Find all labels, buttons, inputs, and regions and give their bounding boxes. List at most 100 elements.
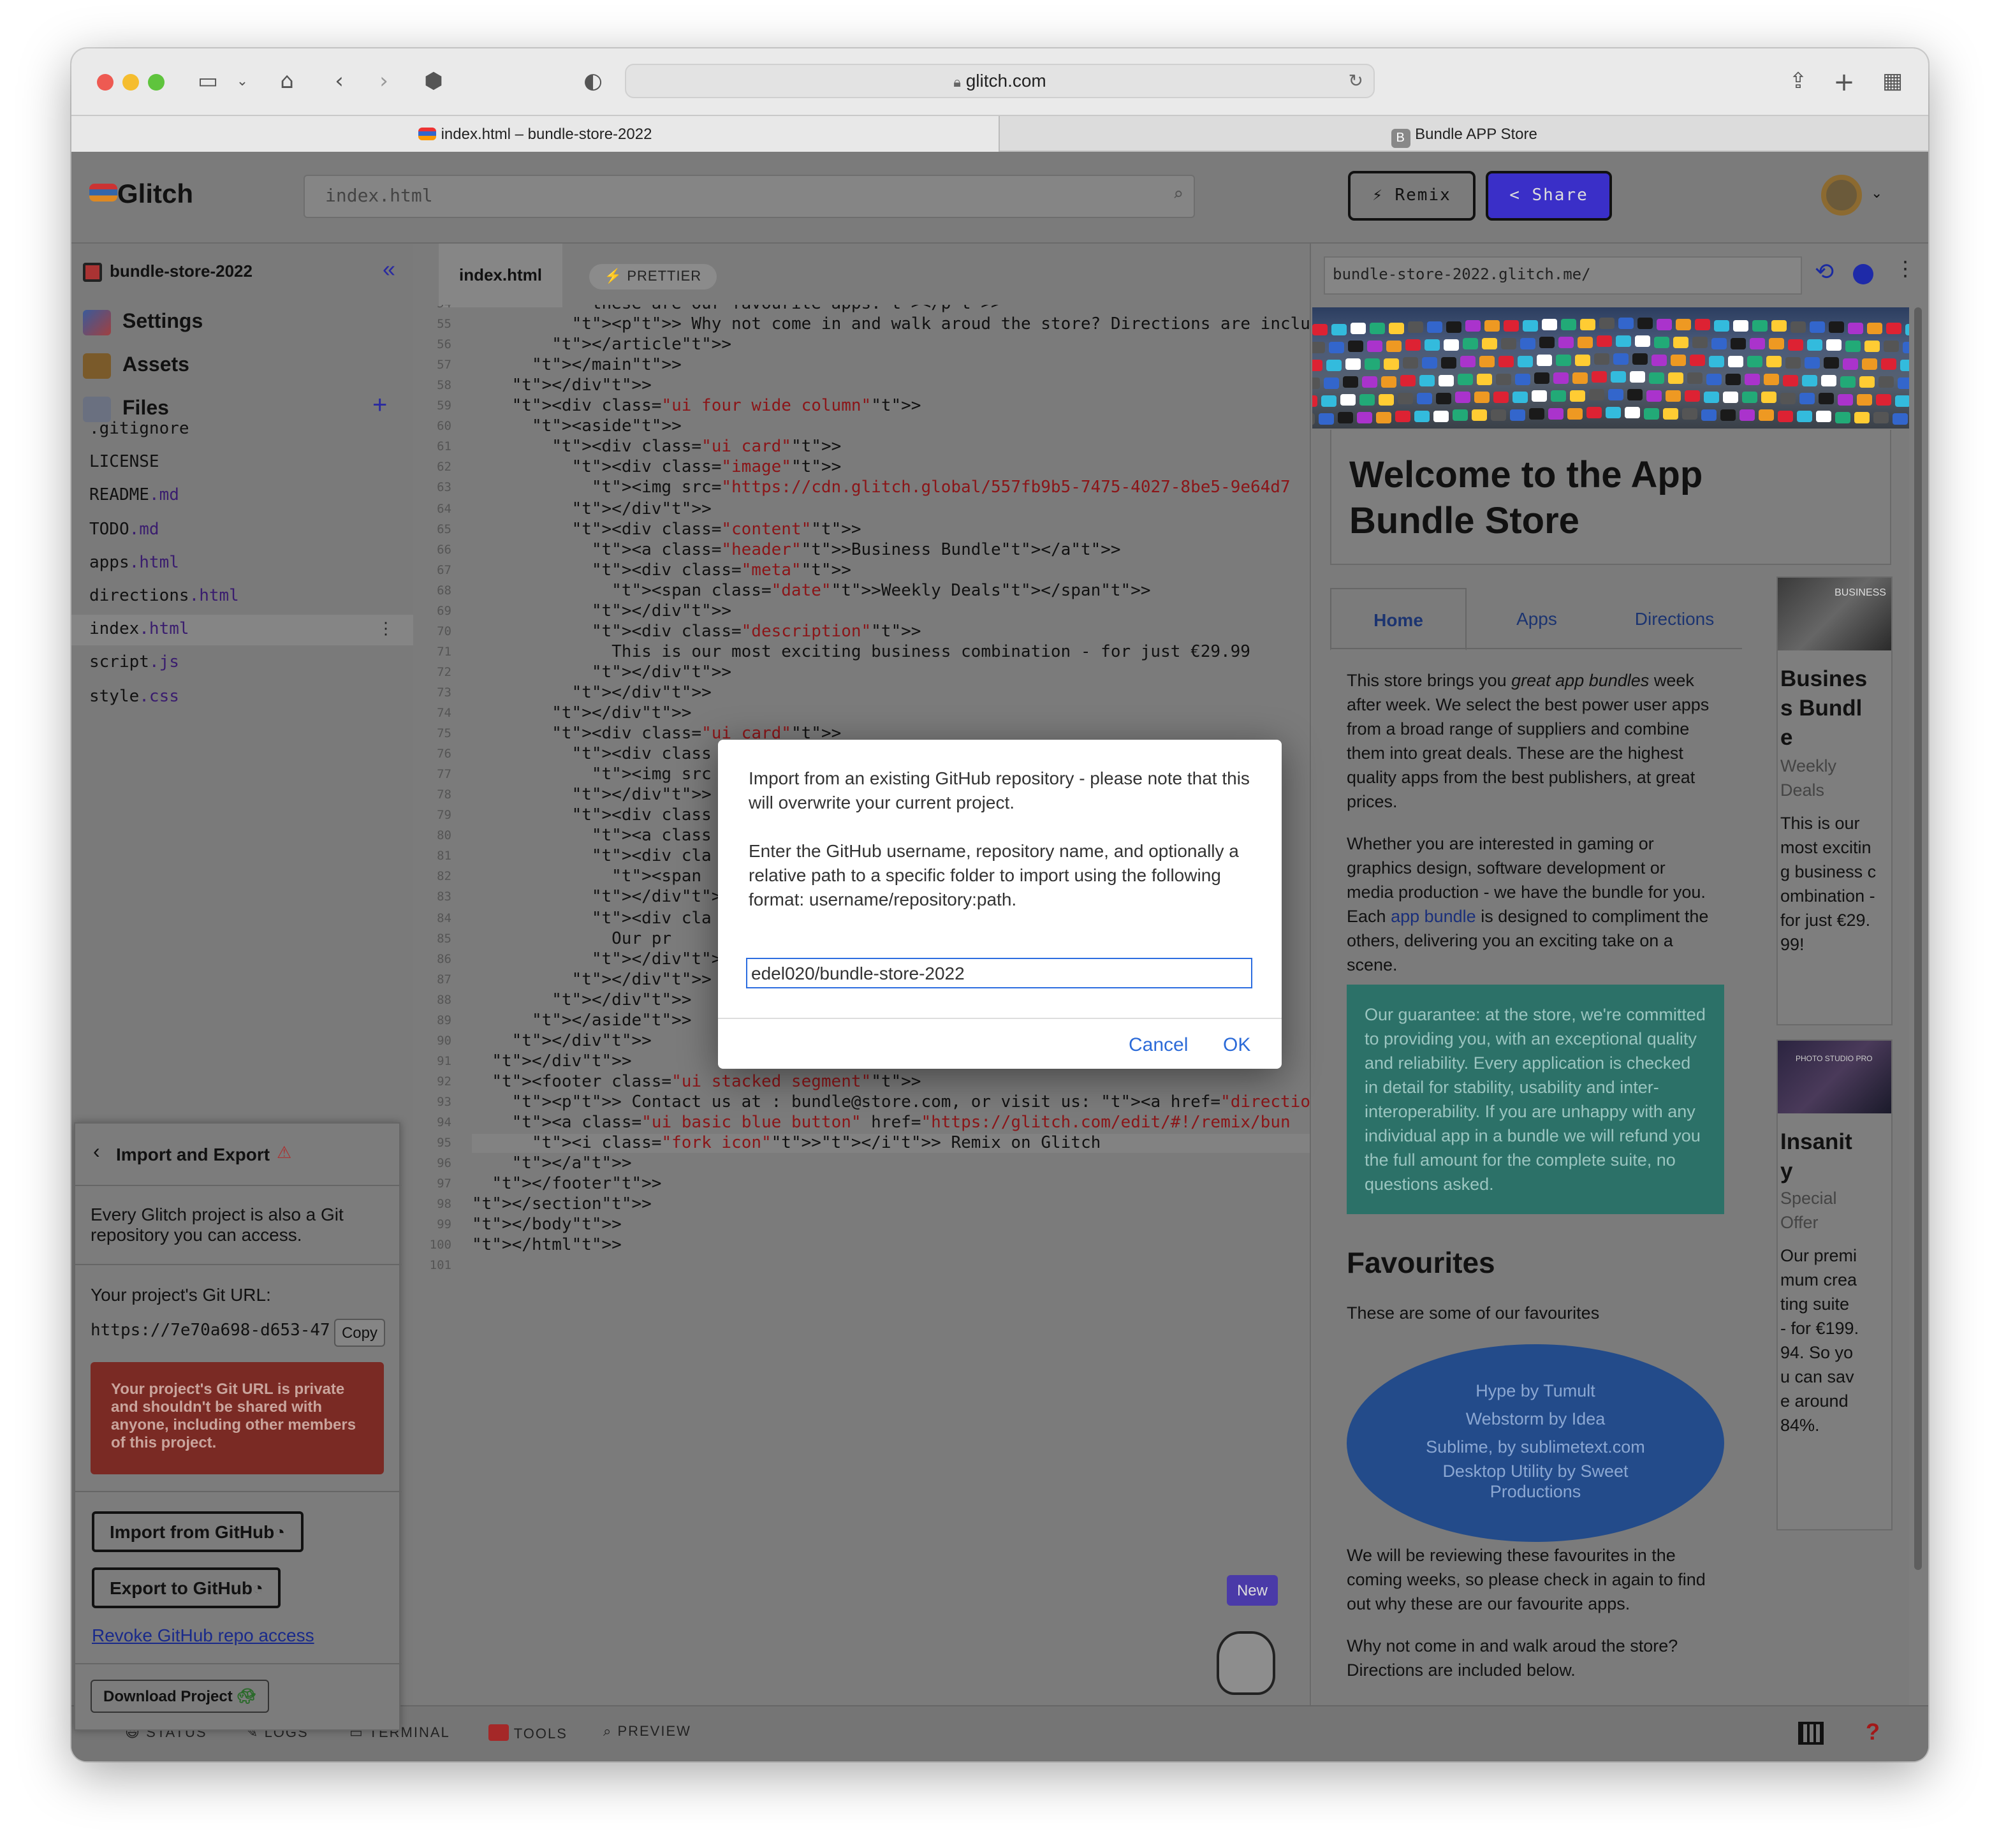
file-search-input[interactable]: index.html ⌕ [304,175,1195,218]
back-chevron-icon[interactable]: ‹ [93,1141,100,1164]
refresh-preview-icon[interactable]: ⟲ [1815,259,1834,286]
export-to-github-button[interactable]: Export to GitHub◔ [92,1567,281,1608]
code-line[interactable]: "t"><div cla [472,909,712,928]
code-line[interactable]: "t"></div"t">> [472,888,731,907]
revoke-github-access-link[interactable]: Revoke GitHub repo access [92,1625,314,1645]
code-line[interactable]: "t"></div"t">> [472,950,731,969]
project-name[interactable]: bundle-store-2022 [110,261,253,281]
code-line[interactable]: "t"></div"t">> [472,602,731,621]
code-line[interactable]: "t"></div"t">> [472,1032,652,1051]
sidebar-item-files[interactable]: Files [122,398,169,421]
card-insanity[interactable]: PHOTO STUDIO PRO Insanity Special Offer … [1776,1039,1893,1530]
tab-apps[interactable]: Apps [1470,588,1603,649]
tab-directions[interactable]: Directions [1608,588,1741,649]
keyboard-shortcuts-icon[interactable] [1798,1722,1824,1745]
code-line[interactable]: "t"></a"t">> [472,1154,632,1173]
collapse-sidebar-icon[interactable]: « [383,256,395,283]
file-item[interactable]: .gitignore [89,420,189,439]
back-icon[interactable]: ‹ [326,69,352,94]
code-line[interactable]: "t"></div"t">> [472,499,712,518]
chevron-down-icon[interactable]: ⌄ [230,69,255,94]
code-line[interactable]: "t"><span class="date""t">>Weekly Deals"… [472,581,1150,600]
share-icon[interactable]: ⇪ [1785,69,1811,94]
ok-button[interactable]: OK [1223,1034,1250,1056]
new-badge[interactable]: New [1227,1575,1278,1606]
card-title[interactable]: Insanity [1780,1127,1864,1186]
code-line[interactable]: "t"><div class="ui four wide column""t">… [472,397,921,416]
import-from-github-button[interactable]: Import from GitHub◔ [92,1511,304,1552]
code-line[interactable]: "t"></div"t">> [472,663,731,682]
preview-scrollbar[interactable] [1914,307,1922,1570]
code-line[interactable]: "t"></div"t">> [472,704,691,723]
file-item[interactable]: script.js [89,654,179,673]
preview-url-field[interactable]: bundle-store-2022.glitch.me/ [1324,256,1802,295]
sidebar-item-settings[interactable]: Settings [122,311,203,334]
close-window-button[interactable] [97,74,114,91]
code-line[interactable]: "t"><a class="ui basic blue button" href… [472,1113,1291,1133]
file-item[interactable]: style.css [89,687,179,706]
code-line[interactable]: "t"></div"t">> [472,684,712,703]
code-line[interactable]: "t"><div class [472,807,712,826]
pause-preview-icon[interactable] [1853,264,1873,284]
card-title[interactable]: Business Bundle [1780,664,1870,752]
code-line[interactable]: "t"><footer class="ui stacked segment""t… [472,1073,921,1092]
code-line[interactable]: "t"><div class [472,745,712,764]
avatar[interactable] [1821,175,1862,216]
file-item[interactable]: LICENSE [89,453,159,472]
tab-home[interactable]: Home [1330,588,1467,650]
code-line[interactable]: "t"></main"t">> [472,356,682,375]
code-line[interactable]: "t"></div"t">> [472,970,712,989]
download-project-button[interactable]: Download Project 🐢︎ [91,1680,269,1713]
code-line[interactable]: "t"></body"t">> [472,1216,622,1235]
code-line[interactable]: "t"><span [472,868,701,887]
code-line[interactable]: "t"><div class="description""t">> [472,622,921,642]
forward-icon[interactable]: › [371,69,397,94]
prettier-button[interactable]: ⚡ PRETTIER [589,264,717,290]
repository-input[interactable]: edel020/bundle-store-2022 [746,958,1252,988]
file-item[interactable]: README.md [89,487,179,506]
zoom-window-button[interactable] [148,74,165,91]
file-item[interactable]: index.html ⋮ [71,615,413,646]
code-line[interactable]: "t"><a class [472,827,712,846]
copy-button[interactable]: Copy [334,1319,385,1347]
code-line[interactable]: "t"><img src="https://cdn.glitch.global/… [472,479,1291,498]
tools-button[interactable]: TOOLS [488,1724,568,1742]
code-line[interactable]: "t"></aside"t">> [472,1011,692,1030]
tab-index-html[interactable]: index.html – bundle-store-2022 [71,116,999,152]
file-item[interactable]: apps.html [89,554,179,573]
code-line[interactable]: "t"></div"t">> [472,1052,631,1071]
code-line[interactable]: "t"></article"t">> [472,335,731,355]
sidebar-item-assets[interactable]: Assets [122,355,189,378]
file-item[interactable]: directions.html [89,587,239,606]
add-file-icon[interactable]: + [372,392,387,421]
code-line[interactable]: "t"></html"t">> [472,1236,622,1256]
minimize-window-button[interactable] [122,74,139,91]
help-icon[interactable]: ? [1866,1719,1880,1746]
file-item[interactable]: TODO.md [89,520,159,539]
code-line[interactable]: "t"></footer"t">> [472,1175,661,1194]
extension-icon[interactable]: ⬢ [421,69,446,94]
preview-button[interactable]: ⌕ PREVIEW [603,1724,691,1741]
code-line[interactable]: "t"><div class="image""t">> [472,458,842,478]
glitch-logo[interactable]: Glitch [89,180,193,210]
code-line[interactable]: these are our favourite apps."t"></p"t">… [472,305,1001,314]
code-line[interactable]: This is our most exciting business combi… [472,643,1250,662]
remix-button[interactable]: ⚡ Remix [1348,171,1476,221]
code-line[interactable]: "t"><aside"t">> [472,418,682,437]
address-bar[interactable]: 🔒︎ glitch.com ↻ [625,64,1375,98]
glitch-mascot-icon[interactable] [1217,1631,1275,1695]
code-line[interactable]: "t"><p"t">> Why not come in and walk aro… [472,315,1310,334]
new-tab-icon[interactable]: + [1831,69,1857,94]
privacy-shield-icon[interactable]: ◐ [580,69,606,94]
code-line[interactable]: "t"><a class="header""t">>Business Bundl… [472,540,1121,559]
reload-icon[interactable]: ↻ [1349,65,1363,97]
file-options-icon[interactable]: ⋮ [377,615,394,645]
editor-tab-index-html[interactable]: index.html [439,244,562,307]
chevron-down-icon[interactable]: ⌄ [1871,185,1882,202]
cancel-button[interactable]: Cancel [1129,1034,1188,1056]
code-line[interactable]: "t"><div cla [472,847,712,867]
share-button[interactable]: < Share [1486,171,1612,221]
code-line[interactable]: "t"><div class="meta""t">> [472,561,851,580]
app-bundle-link[interactable]: app bundle [1391,907,1476,926]
code-line[interactable]: "t"><p"t">> Contact us at : bundle@store… [472,1093,1310,1112]
